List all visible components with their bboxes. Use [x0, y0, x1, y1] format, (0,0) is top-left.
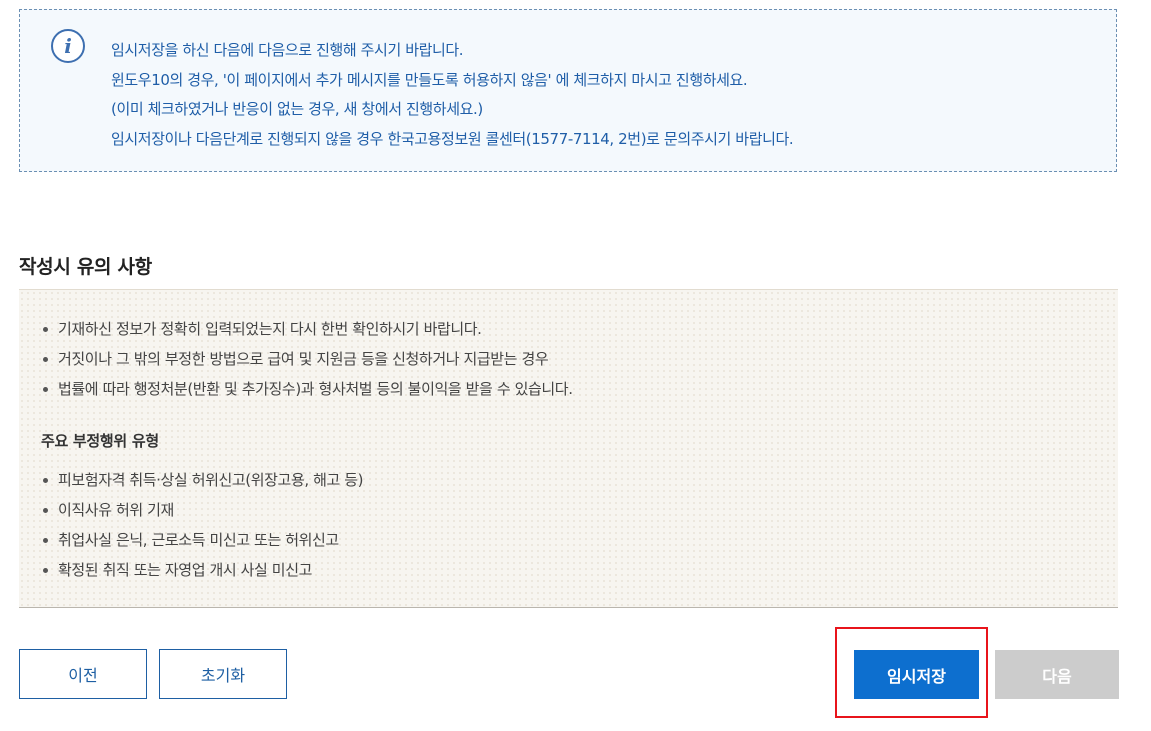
notice-section-title: 작성시 유의 사항: [19, 256, 152, 278]
list-item: 거짓이나 그 밖의 부정한 방법으로 급여 및 지원금 등을 신청하거나 지급받…: [41, 344, 573, 374]
notice-box: 기재하신 정보가 정확히 입력되었는지 다시 한번 확인하시기 바랍니다. 거짓…: [19, 289, 1118, 608]
info-lines: 임시저장을 하신 다음에 다음으로 진행해 주시기 바랍니다. 윈도우10의 경…: [111, 36, 794, 154]
info-line: 임시저장이나 다음단계로 진행되지 않을 경우 한국고용정보원 콜센터(1577…: [111, 129, 794, 148]
fraud-types-list: 피보험자격 취득·상실 허위신고(위장고용, 해고 등) 이직사유 허위 기재 …: [41, 465, 364, 585]
list-item: 확정된 취직 또는 자영업 개시 사실 미신고: [41, 555, 363, 585]
list-item: 피보험자격 취득·상실 허위신고(위장고용, 해고 등): [41, 465, 364, 495]
list-item: 취업사실 은닉, 근로소득 미신고 또는 허위신고: [41, 525, 363, 555]
info-line: 임시저장을 하신 다음에 다음으로 진행해 주시기 바랍니다.: [111, 41, 464, 59]
info-line: 윈도우10의 경우, '이 페이지에서 추가 메시지를 만들도록 허용하지 않음…: [111, 70, 748, 89]
fraud-types-title: 주요 부정행위 유형: [41, 432, 159, 450]
temp-save-button[interactable]: 임시저장: [854, 650, 979, 699]
info-notice-box: i 임시저장을 하신 다음에 다음으로 진행해 주시기 바랍니다. 윈도우10의…: [19, 9, 1117, 172]
list-item: 법률에 따라 행정처분(반환 및 추가징수)과 형사처벌 등의 불이익을 받을 …: [41, 374, 573, 404]
prev-button[interactable]: 이전: [19, 649, 147, 699]
list-item: 이직사유 허위 기재: [41, 495, 363, 525]
svg-text:i: i: [64, 34, 72, 58]
notice-list: 기재하신 정보가 정확히 입력되었는지 다시 한번 확인하시기 바랍니다. 거짓…: [41, 314, 573, 404]
reset-button[interactable]: 초기화: [159, 649, 287, 699]
info-line: (이미 체크하였거나 반응이 없는 경우, 새 창에서 진행하세요.): [111, 100, 483, 118]
info-circle-icon: i: [51, 29, 85, 63]
list-item: 기재하신 정보가 정확히 입력되었는지 다시 한번 확인하시기 바랍니다.: [41, 314, 573, 344]
next-button[interactable]: 다음: [995, 650, 1119, 699]
